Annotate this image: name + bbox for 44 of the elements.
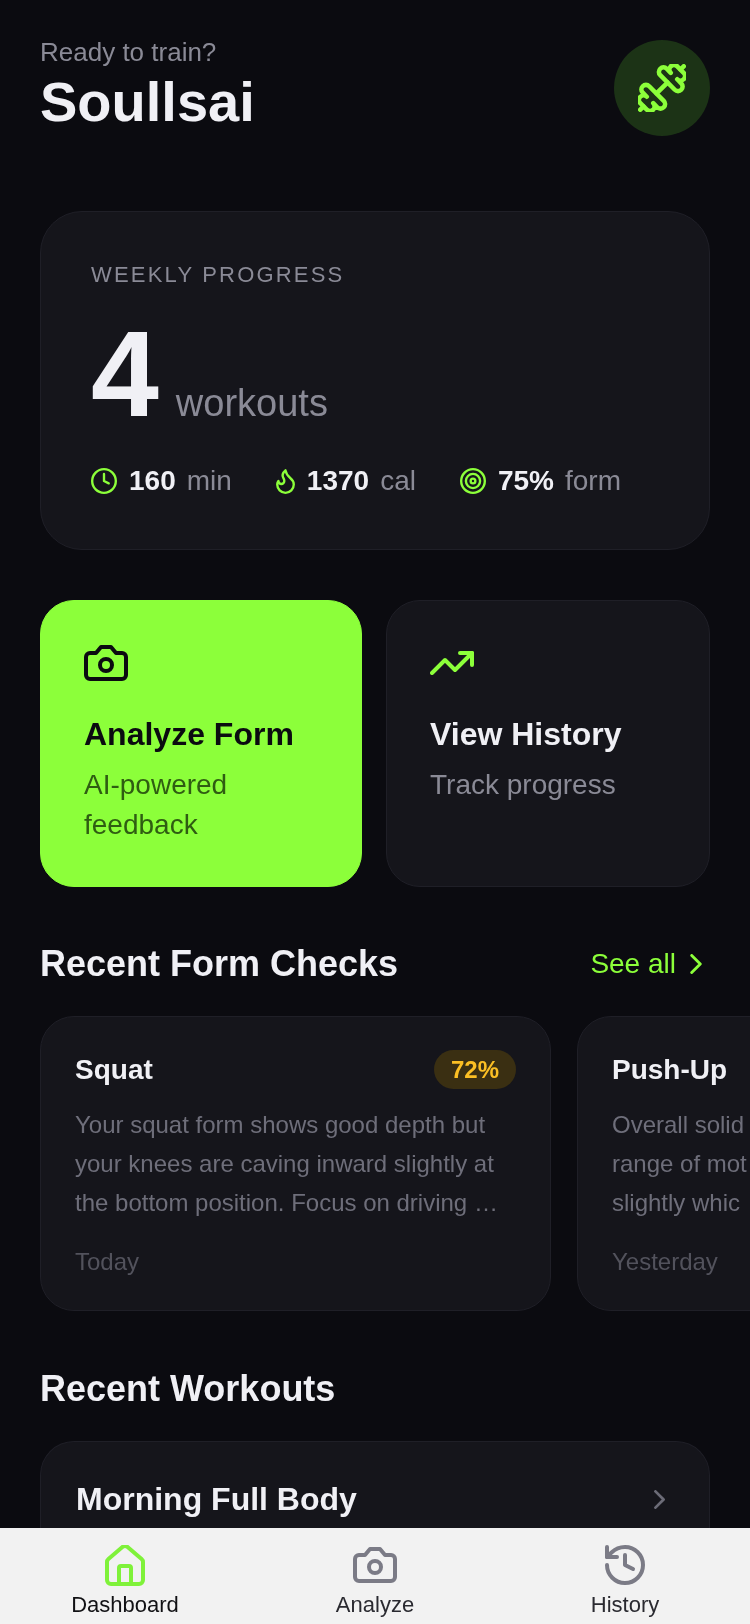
stat-value: 1370 [306,464,370,498]
chevron-right-icon [654,1489,665,1509]
user-name: Soullsai [40,70,255,134]
camera-icon [84,645,128,681]
form-check-card[interactable]: Squat 72% Your squat form shows good depth but your knees are caving inward slightly at the bottom position. Focus on driving … Today [40,1016,551,1311]
action-title: View History [430,715,622,754]
history-icon [605,1545,645,1585]
trend-up-icon [430,651,474,675]
nav-tab[interactable]: Dashboard [0,1528,250,1624]
feedback-text: Overall solid range of mot slightly whic [612,1110,748,1218]
workout-name: Morning Full Body [76,1480,357,1519]
camera-icon [353,1547,397,1583]
action-title: Analyze Form [84,715,294,754]
flame-icon [275,468,295,494]
workout-card[interactable]: Morning Full Body [40,1441,710,1528]
stat-unit: min [186,464,232,498]
section-title: Recent Form Checks [40,942,399,986]
card-title: WEEKLY PROGRESS [91,261,345,289]
action-subtitle: Track progress [430,768,616,802]
count-label: workouts [175,381,328,425]
see-all-link[interactable]: See all [590,946,702,982]
action-card[interactable]: Analyze Form AI-powered feedback [40,600,362,887]
clock-icon [91,468,117,494]
target-icon [459,468,486,494]
stat-unit: form [565,464,621,498]
action-subtitle: AI-powered feedback [84,768,229,842]
workout-count: 4 [91,324,159,424]
date-text: Today [75,1247,140,1277]
nav-tab[interactable]: History [500,1528,750,1624]
exercise-name: Push-Up [612,1052,728,1087]
nav-tab[interactable]: Analyze [250,1528,500,1624]
greeting-text: Ready to train? [40,36,217,69]
exercise-name: Squat [75,1052,153,1087]
date-text: Yesterday [612,1247,718,1277]
stat-unit: cal [380,464,416,498]
section-title: Recent Workouts [40,1367,336,1411]
form-check-card[interactable]: Push-Up Overall solid range of mot slightly whic Yesterday [577,1016,750,1311]
action-card[interactable]: View History Track progress [386,600,710,887]
stat-value: 75% [497,464,554,498]
score-badge: 72% [433,1050,516,1089]
stat-value: 160 [129,464,176,498]
feedback-text: Your squat form shows good depth but your knees are caving inward slightly at the bottom position. Focus on driving … [75,1110,499,1218]
home-icon [105,1544,145,1586]
chevron-right-icon [690,954,702,974]
